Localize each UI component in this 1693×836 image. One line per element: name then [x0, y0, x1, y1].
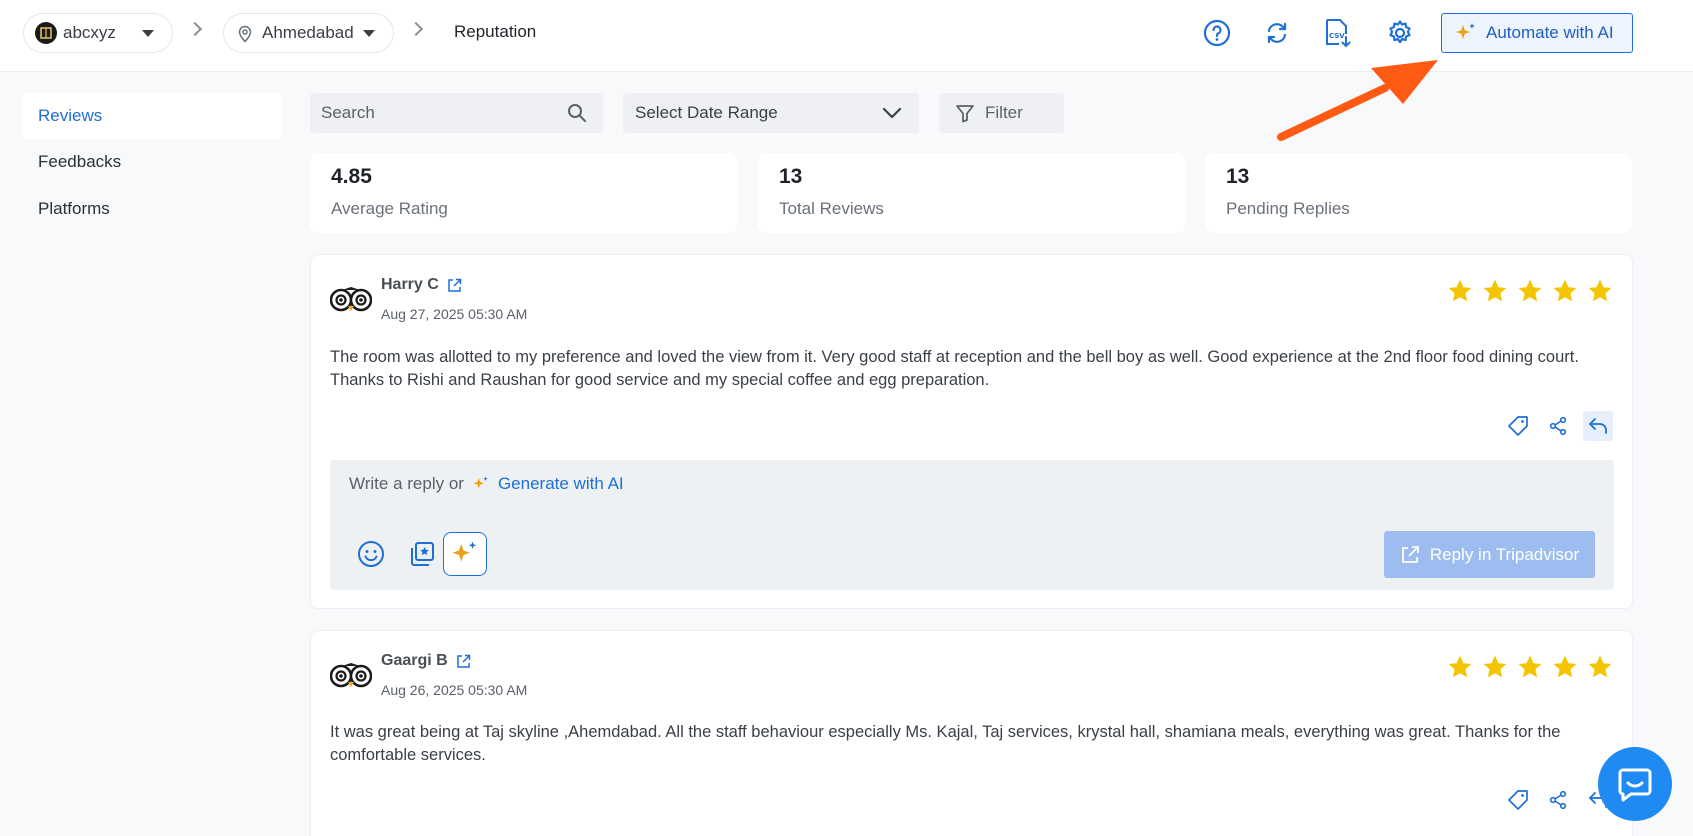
- share-button[interactable]: [1543, 785, 1573, 815]
- sidebar-item-feedbacks[interactable]: Feedbacks: [23, 139, 281, 185]
- sidebar-item-reviews[interactable]: Reviews: [23, 93, 281, 139]
- reviewer-name-text: Gaargi B: [381, 652, 448, 669]
- star-icon: [1448, 655, 1472, 678]
- workspace-name: abcxyz: [63, 23, 116, 42]
- star-icon: [1553, 655, 1577, 678]
- star-icon: [1588, 279, 1612, 302]
- saved-templates-icon: [411, 542, 434, 566]
- stat-total-reviews: 13 Total Reviews: [758, 153, 1185, 233]
- star-icon: [1483, 279, 1507, 302]
- stat-value: 13: [779, 165, 803, 188]
- reply-in-tripadvisor-button[interactable]: Reply in Tripadvisor: [1384, 531, 1595, 578]
- reply-placeholder: Write a reply or: [349, 474, 464, 493]
- review-text: It was great being at Taj skyline ,Ahemd…: [330, 723, 1561, 764]
- review-date: Aug 26, 2025 05:30 AM: [381, 682, 528, 698]
- automate-label: Automate with AI: [1486, 23, 1614, 42]
- review-card: Harry C Aug 27, 2025 05:30 AM The room w…: [310, 254, 1633, 609]
- sparkle-icon: [473, 476, 488, 489]
- settings-button[interactable]: [1383, 16, 1417, 50]
- stat-value: 13: [1226, 165, 1250, 188]
- ai-assist-button[interactable]: [443, 532, 487, 576]
- workspace-logo-icon: [35, 22, 57, 44]
- smiley-icon: [358, 541, 384, 567]
- filter-icon: [956, 105, 974, 123]
- location-selector[interactable]: Ahmedabad: [223, 13, 394, 53]
- sidebar-item-platforms[interactable]: Platforms: [23, 186, 281, 232]
- review-actions: [1503, 785, 1613, 815]
- star-icon: [1553, 279, 1577, 302]
- location-pin-icon: [238, 25, 252, 43]
- share-icon: [1549, 416, 1567, 436]
- reply-button-label: Reply in Tripadvisor: [1429, 544, 1580, 564]
- stat-value: 4.85: [331, 165, 372, 188]
- sparkle-icon: [452, 541, 477, 562]
- review-card: Gaargi B Aug 26, 2025 05:30 AM It was gr…: [310, 630, 1633, 836]
- csv-download-icon: CSV: [1326, 19, 1351, 48]
- star-icon: [1588, 655, 1612, 678]
- date-range-label: Select Date Range: [635, 103, 778, 122]
- generate-with-ai-link[interactable]: Generate with AI: [498, 474, 624, 494]
- chevron-down-icon: [363, 30, 375, 37]
- reviewer-name[interactable]: Harry C: [381, 276, 462, 294]
- chevron-down-icon: [882, 107, 902, 119]
- star-rating: [1447, 654, 1613, 680]
- workspace-selector[interactable]: abcxyz: [23, 13, 173, 53]
- breadcrumb-current: Reputation: [454, 22, 537, 41]
- share-button[interactable]: [1543, 411, 1573, 441]
- external-link-icon: [1401, 545, 1419, 563]
- help-button[interactable]: [1200, 16, 1234, 50]
- review-actions: [1503, 411, 1613, 441]
- reviewer-name-text: Harry C: [381, 276, 439, 293]
- chat-support-button[interactable]: [1598, 747, 1672, 821]
- tag-button[interactable]: [1503, 785, 1533, 815]
- tripadvisor-owl-icon: [330, 287, 372, 312]
- emoji-button[interactable]: [349, 532, 393, 576]
- search-placeholder: Search: [321, 103, 375, 122]
- review-date: Aug 27, 2025 05:30 AM: [381, 306, 528, 322]
- search-icon: [568, 104, 586, 122]
- stat-label: Pending Replies: [1226, 199, 1350, 218]
- star-icon: [1518, 279, 1542, 302]
- review-text: The room was allotted to my preference a…: [330, 348, 1579, 389]
- reviewer-name[interactable]: Gaargi B: [381, 652, 471, 670]
- tag-button[interactable]: [1503, 411, 1533, 441]
- stat-label: Total Reviews: [779, 199, 884, 218]
- help-icon: [1203, 19, 1231, 47]
- chevron-right-icon: [408, 21, 424, 37]
- chevron-down-icon: [142, 30, 154, 37]
- stat-average-rating: 4.85 Average Rating: [310, 153, 737, 233]
- tripadvisor-owl-icon: [330, 663, 372, 688]
- annotation-arrow: [1277, 60, 1438, 141]
- reply-button[interactable]: [1583, 411, 1613, 441]
- reply-prompt[interactable]: Write a reply or Generate with AI: [349, 474, 624, 494]
- refresh-icon: [1267, 22, 1287, 44]
- chat-bubble-icon: [1618, 768, 1652, 802]
- star-icon: [1448, 279, 1472, 302]
- stat-label: Average Rating: [331, 199, 448, 218]
- chevron-right-icon: [187, 21, 203, 37]
- location-name: Ahmedabad: [262, 23, 354, 42]
- filter-button[interactable]: Filter: [939, 93, 1064, 133]
- svg-text:CSV: CSV: [1329, 32, 1345, 40]
- filter-label: Filter: [985, 103, 1023, 122]
- stat-pending-replies: 13 Pending Replies: [1205, 153, 1632, 233]
- external-link-icon[interactable]: [456, 654, 471, 669]
- automate-with-ai-button[interactable]: Automate with AI: [1441, 13, 1633, 53]
- csv-export-button[interactable]: CSV: [1320, 16, 1354, 50]
- tag-icon: [1508, 416, 1528, 436]
- star-icon: [1483, 655, 1507, 678]
- reply-composer[interactable]: Write a reply or Generate with AI Reply …: [330, 460, 1614, 590]
- star-icon: [1518, 655, 1542, 678]
- refresh-button[interactable]: [1260, 16, 1294, 50]
- gear-icon: [1389, 20, 1411, 44]
- reply-arrow-icon: [1589, 418, 1607, 434]
- date-range-select[interactable]: Select Date Range: [623, 93, 919, 133]
- share-icon: [1549, 790, 1567, 810]
- tag-icon: [1508, 790, 1528, 810]
- search-input[interactable]: Search: [310, 93, 603, 133]
- star-rating: [1447, 278, 1613, 304]
- external-link-icon[interactable]: [447, 278, 462, 293]
- sparkle-icon: [1456, 23, 1475, 39]
- template-button[interactable]: [400, 532, 444, 576]
